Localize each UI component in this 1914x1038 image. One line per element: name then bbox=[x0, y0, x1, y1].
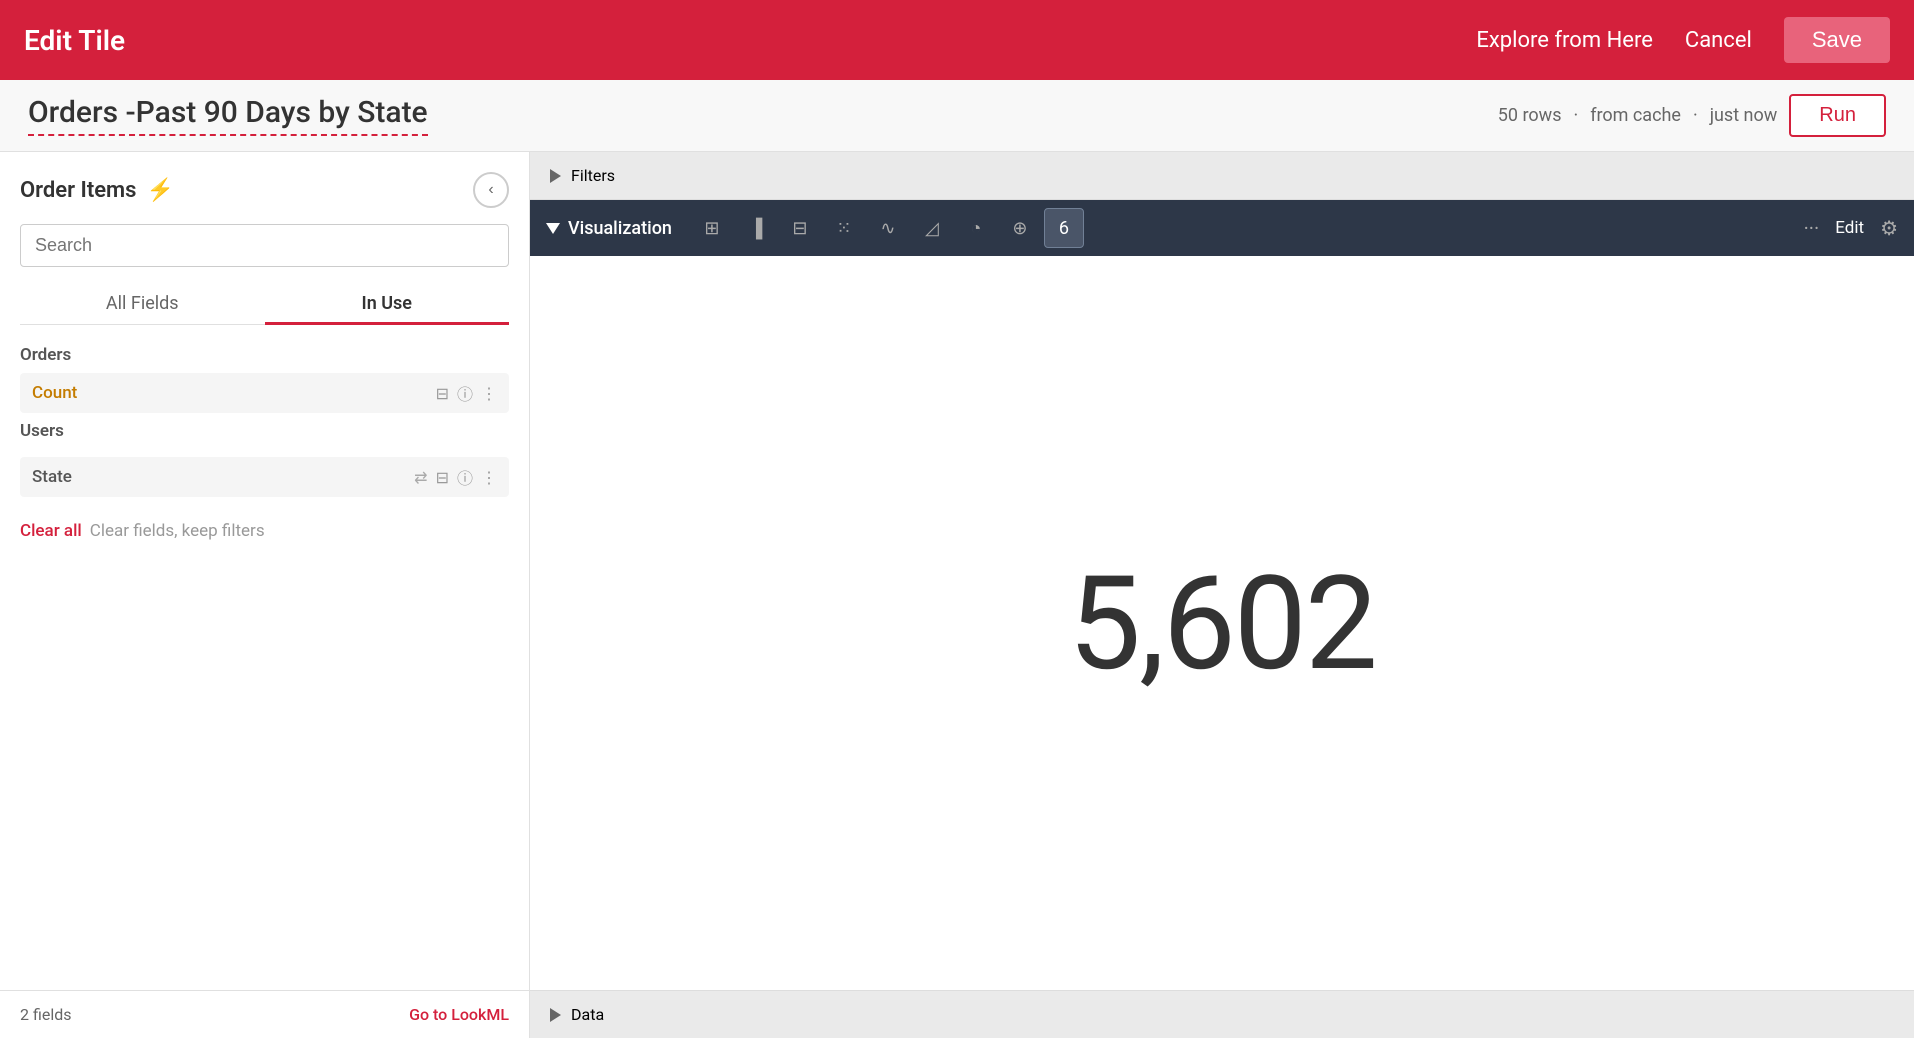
dot-separator-1: · bbox=[1573, 105, 1578, 126]
fields-count: 2 fields bbox=[20, 1005, 71, 1024]
page-title: Edit Tile bbox=[24, 24, 125, 57]
count-field-item: Count ⊟ ⓘ ⋮ bbox=[20, 373, 509, 413]
lightning-icon: ⚡ bbox=[146, 178, 173, 203]
content-area: Filters Visualization ⊞ ▐ ⊟ ⁙ ∿ ◿ ◔ ⊕ 6 … bbox=[530, 152, 1914, 1038]
state-field-item: State ⇄ ⊟ ⓘ ⋮ bbox=[20, 457, 509, 497]
clear-all-link[interactable]: Clear all bbox=[20, 521, 82, 541]
viz-actions: ··· Edit ⚙ bbox=[1804, 216, 1898, 240]
more-icon-state[interactable]: ⋮ bbox=[481, 468, 497, 487]
scatter-icon[interactable]: ⁙ bbox=[824, 208, 864, 248]
bar-chart-icon[interactable]: ▐ bbox=[736, 208, 776, 248]
orders-section-label: Orders bbox=[20, 345, 509, 365]
line-icon[interactable]: ∿ bbox=[868, 208, 908, 248]
cache-source: from cache bbox=[1590, 105, 1681, 126]
field-tabs: All Fields In Use bbox=[20, 283, 509, 325]
area-icon[interactable]: ◿ bbox=[912, 208, 952, 248]
viz-label: Visualization bbox=[568, 218, 672, 239]
visualization-bar: Visualization ⊞ ▐ ⊟ ⁙ ∿ ◿ ◔ ⊕ 6 ··· Edit… bbox=[530, 200, 1914, 256]
filters-bar[interactable]: Filters bbox=[530, 152, 1914, 200]
data-bar[interactable]: Data bbox=[530, 990, 1914, 1038]
sidebar-model: Order Items ⚡ bbox=[20, 178, 174, 203]
count-field-name: Count bbox=[32, 383, 428, 403]
header-actions: Explore from Here Cancel Save bbox=[1476, 17, 1890, 63]
tab-all-fields[interactable]: All Fields bbox=[20, 283, 265, 324]
tab-in-use[interactable]: In Use bbox=[265, 283, 510, 324]
sidebar-header: Order Items ⚡ ‹ bbox=[20, 172, 509, 208]
clear-fields-link[interactable]: Clear fields, keep filters bbox=[90, 521, 265, 541]
query-title: Orders -Past 90 Days by State bbox=[28, 95, 428, 136]
header: Edit Tile Explore from Here Cancel Save bbox=[0, 0, 1914, 80]
map-icon[interactable]: ⊕ bbox=[1000, 208, 1040, 248]
info-icon-state[interactable]: ⓘ bbox=[457, 465, 473, 489]
collapse-sidebar-button[interactable]: ‹ bbox=[473, 172, 509, 208]
row-count: 50 rows bbox=[1498, 105, 1562, 126]
filter-icon-state[interactable]: ⊟ bbox=[436, 468, 449, 487]
go-to-lookml-link[interactable]: Go to LookML bbox=[409, 1005, 509, 1024]
cancel-link[interactable]: Cancel bbox=[1685, 28, 1752, 53]
filters-expand-icon bbox=[550, 169, 561, 183]
filters-label: Filters bbox=[571, 166, 615, 185]
viz-edit-button[interactable]: Edit bbox=[1835, 218, 1864, 238]
data-expand-icon bbox=[550, 1008, 561, 1022]
run-time: just now bbox=[1710, 105, 1778, 126]
explore-from-here-link[interactable]: Explore from Here bbox=[1476, 28, 1653, 53]
sidebar-footer: Clear all Clear fields, keep filters bbox=[20, 521, 509, 541]
state-field-name: State bbox=[32, 467, 406, 487]
users-section-label: Users bbox=[20, 421, 509, 441]
search-input[interactable] bbox=[20, 224, 509, 267]
pie-icon[interactable]: ◔ bbox=[956, 208, 996, 248]
swap-icon-state[interactable]: ⇄ bbox=[414, 468, 427, 487]
data-label: Data bbox=[571, 1005, 604, 1024]
query-meta: 50 rows · from cache · just now Run bbox=[1498, 94, 1886, 137]
info-icon-count[interactable]: ⓘ bbox=[457, 381, 473, 405]
dot-separator-2: · bbox=[1693, 105, 1698, 126]
main-layout: Order Items ⚡ ‹ All Fields In Use Orders… bbox=[0, 152, 1914, 1038]
number-icon[interactable]: 6 bbox=[1044, 208, 1084, 248]
viz-collapse-icon[interactable] bbox=[546, 223, 560, 234]
filter-icon-count[interactable]: ⊟ bbox=[436, 384, 449, 403]
query-bar: Orders -Past 90 Days by State 50 rows · … bbox=[0, 80, 1914, 152]
viz-more-button[interactable]: ··· bbox=[1804, 216, 1820, 240]
viz-settings-icon[interactable]: ⚙ bbox=[1880, 216, 1898, 240]
viz-type-icons: ⊞ ▐ ⊟ ⁙ ∿ ◿ ◔ ⊕ 6 bbox=[692, 208, 1796, 248]
sidebar: Order Items ⚡ ‹ All Fields In Use Orders… bbox=[0, 152, 530, 1038]
sidebar-bottom-bar: 2 fields Go to LookML bbox=[0, 990, 529, 1038]
grid-chart-icon[interactable]: ⊟ bbox=[780, 208, 820, 248]
big-number-value: 5,602 bbox=[1068, 547, 1376, 700]
table-icon[interactable]: ⊞ bbox=[692, 208, 732, 248]
model-name: Order Items bbox=[20, 178, 136, 203]
more-icon-count[interactable]: ⋮ bbox=[481, 384, 497, 403]
save-button[interactable]: Save bbox=[1784, 17, 1890, 63]
run-button[interactable]: Run bbox=[1789, 94, 1886, 137]
visualization-display: 5,602 bbox=[530, 256, 1914, 990]
